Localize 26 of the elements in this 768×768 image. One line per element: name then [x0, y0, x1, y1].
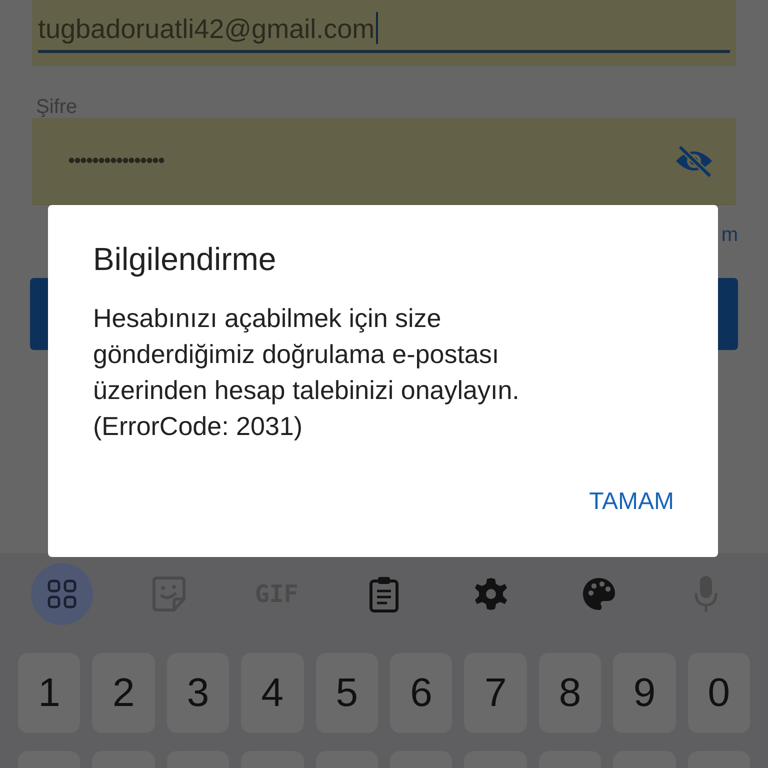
password-field[interactable]: •••••••••••••••• [32, 118, 736, 205]
number-key[interactable]: 2 [92, 653, 155, 733]
email-field[interactable]: tugbadoruatli42@gmail.com [32, 0, 736, 66]
eye-off-icon[interactable] [674, 144, 714, 178]
link-text[interactable]: m [721, 224, 738, 246]
password-value: •••••••••••••••• [68, 150, 164, 172]
apps-icon [46, 578, 78, 610]
microphone-icon [693, 574, 720, 614]
number-key[interactable]: 7 [464, 653, 527, 733]
dialog-message: Hesabınızı açabilmek için size gönderdiğimiz doğrulama e-postası üzerinden hesap talebinizi onaylayın. (ErrorCode: 2031) [93, 302, 520, 443]
clipboard-icon [368, 575, 400, 613]
number-key[interactable]: 6 [390, 653, 452, 733]
number-key[interactable]: 3 [166, 653, 230, 733]
number-key[interactable]: 5 [316, 653, 378, 733]
palette-icon [580, 576, 617, 612]
number-key[interactable]: 9 [613, 653, 676, 733]
settings-icon [473, 576, 510, 612]
number-key[interactable]: 1 [18, 653, 80, 733]
ok-button[interactable]: TAMAM [585, 482, 678, 522]
number-key[interactable]: 0 [688, 653, 750, 733]
number-key[interactable]: 4 [241, 653, 304, 733]
sticker-icon [150, 575, 188, 613]
text-caret [376, 12, 378, 44]
dialog-title: Bilgilendirme [93, 241, 278, 278]
number-key[interactable]: 8 [538, 653, 602, 733]
email-value: tugbadoruatli42@gmail.com [38, 13, 375, 46]
